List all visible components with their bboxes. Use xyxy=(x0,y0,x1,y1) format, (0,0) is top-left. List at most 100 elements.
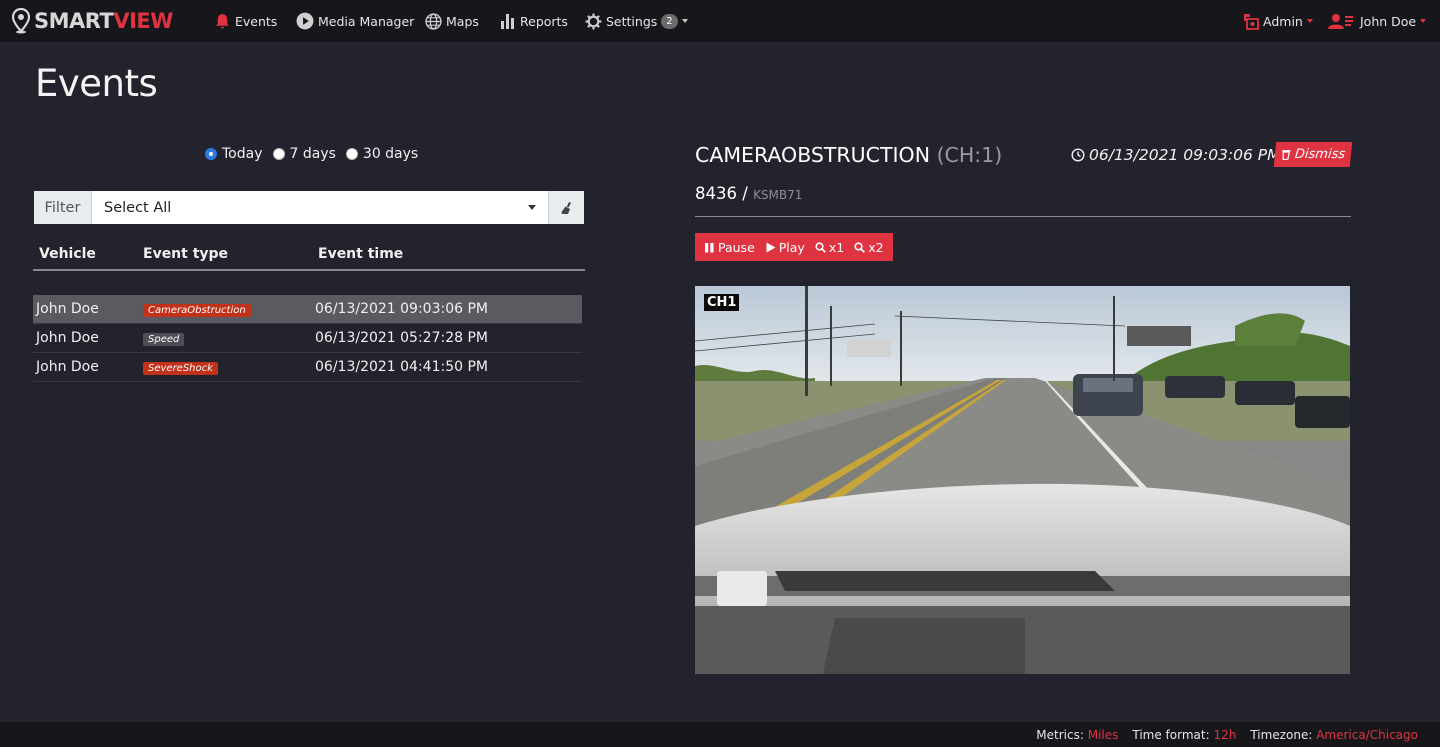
nav-media-manager[interactable]: Media Manager xyxy=(296,0,414,42)
admin-icon xyxy=(1244,13,1259,30)
dismiss-button[interactable]: Dismiss xyxy=(1273,142,1353,167)
range-30days-radio[interactable]: 30 days xyxy=(345,146,419,162)
radio-checked-icon xyxy=(205,148,217,160)
nav-reports[interactable]: Reports xyxy=(500,0,568,42)
event-time-cell: 06/13/2021 04:41:50 PM xyxy=(315,359,488,375)
trash-icon xyxy=(1282,150,1291,160)
event-type-tag: Speed xyxy=(143,333,185,346)
table-row[interactable]: John Doe SevereShock 06/13/2021 04:41:50… xyxy=(33,353,582,382)
event-vehicle-info: 8436 / KSMB71 xyxy=(695,184,802,203)
chevron-down-icon xyxy=(1306,19,1313,23)
footer-timezone-value[interactable]: America/Chicago xyxy=(1316,728,1418,742)
nav-reports-label: Reports xyxy=(520,13,568,29)
nav-admin-menu[interactable]: Admin xyxy=(1243,0,1313,42)
filter-select[interactable]: Select All xyxy=(92,191,548,224)
globe-icon xyxy=(425,12,442,30)
video-player[interactable]: CH1 xyxy=(695,286,1350,674)
event-type-name: CAMERAOBSTRUCTION xyxy=(695,143,931,167)
zoom-icon xyxy=(815,241,826,253)
nav-events[interactable]: Events xyxy=(214,0,277,42)
dropdown-arrow-icon xyxy=(528,205,536,210)
zoom-x1-button[interactable]: x1 xyxy=(810,240,849,255)
event-channel: (CH:1) xyxy=(936,143,1003,167)
play-icon xyxy=(766,242,776,252)
settings-badge: 2 xyxy=(661,13,678,29)
brand-logo[interactable]: SMARTVIEW xyxy=(12,8,173,34)
date-range-selector: Today 7 days 30 days xyxy=(205,146,428,162)
table-header: Vehicle Event type Event time xyxy=(33,246,585,271)
bar-chart-icon xyxy=(501,14,514,29)
play-label: Play xyxy=(778,239,805,255)
footer-metrics-value[interactable]: Miles xyxy=(1088,728,1119,742)
event-timestamp: 06/13/2021 09:03:06 PM xyxy=(1071,146,1281,164)
events-table: Vehicle Event type Event time John Doe C… xyxy=(33,246,585,382)
vehicle-plate: KSMB71 xyxy=(753,188,803,202)
broom-icon xyxy=(561,201,571,214)
filter-label: Filter xyxy=(34,191,92,224)
chevron-down-icon xyxy=(1420,19,1427,23)
page-title: Events xyxy=(35,62,158,105)
nav-user-menu[interactable]: John Doe xyxy=(1328,0,1427,42)
range-today-radio[interactable]: Today xyxy=(205,146,263,162)
vehicle-id: 8436 xyxy=(695,184,737,203)
zoom-x1-label: x1 xyxy=(828,239,845,255)
location-pin-icon xyxy=(12,8,30,34)
zoom-x2-button[interactable]: x2 xyxy=(849,240,888,255)
nav-media-manager-label: Media Manager xyxy=(318,13,415,29)
vehicle-cell: John Doe xyxy=(36,301,99,317)
nav-maps[interactable]: Maps xyxy=(425,0,479,42)
vehicle-cell: John Doe xyxy=(36,330,99,346)
footer-timezone-label: Timezone: xyxy=(1250,727,1313,742)
table-row[interactable]: John Doe CameraObstruction 06/13/2021 09… xyxy=(33,295,582,324)
pause-icon xyxy=(705,242,714,252)
gear-icon xyxy=(585,13,602,29)
nav-settings-label: Settings xyxy=(606,13,658,29)
play-button[interactable]: Play xyxy=(760,240,810,255)
pause-label: Pause xyxy=(718,239,755,255)
dismiss-label: Dismiss xyxy=(1294,147,1346,162)
table-row[interactable]: John Doe Speed 06/13/2021 05:27:28 PM xyxy=(33,324,582,353)
nav-admin-label: Admin xyxy=(1263,13,1303,29)
status-footer: Metrics: Miles Time format: 12h Timezone… xyxy=(0,722,1440,747)
nav-settings[interactable]: Settings 2 xyxy=(585,0,688,42)
radio-unchecked-icon xyxy=(345,148,358,160)
range-today-label: Today xyxy=(222,146,263,162)
nav-events-label: Events xyxy=(235,13,278,29)
channel-label: CH1 xyxy=(704,294,740,311)
dashcam-frame xyxy=(695,286,1350,674)
footer-metrics: Metrics: Miles xyxy=(1036,728,1118,742)
zoom-x2-label: x2 xyxy=(868,239,884,255)
bell-icon xyxy=(216,13,229,28)
vehicle-cell: John Doe xyxy=(36,359,99,375)
chevron-down-icon xyxy=(681,19,688,23)
brand-name: SMARTVIEW xyxy=(34,9,173,33)
footer-metrics-label: Metrics: xyxy=(1036,727,1084,742)
nav-user-label: John Doe xyxy=(1360,13,1417,29)
pause-button[interactable]: Pause xyxy=(699,240,760,255)
nav-maps-label: Maps xyxy=(446,13,479,29)
footer-timezone: Timezone: America/Chicago xyxy=(1250,728,1418,742)
event-type-tag: CameraObstruction xyxy=(143,304,251,317)
footer-time-format-value[interactable]: 12h xyxy=(1213,728,1236,742)
column-header-vehicle[interactable]: Vehicle xyxy=(33,246,137,269)
footer-time-format-label: Time format: xyxy=(1132,727,1210,742)
event-type-cell: CameraObstruction xyxy=(137,301,312,317)
filter-bar: Filter Select All xyxy=(34,191,584,224)
event-time-text: 06/13/2021 09:03:06 PM xyxy=(1089,146,1281,164)
clear-filter-button[interactable] xyxy=(548,191,584,224)
event-type-cell: Speed xyxy=(137,330,312,346)
table-body: John Doe CameraObstruction 06/13/2021 09… xyxy=(33,295,585,382)
filter-select-value: Select All xyxy=(104,199,172,216)
user-icon xyxy=(1328,13,1353,29)
range-30days-label: 30 days xyxy=(362,146,419,162)
play-circle-icon xyxy=(296,12,314,30)
event-title: CAMERAOBSTRUCTION (CH:1) xyxy=(695,143,1002,167)
footer-time-format: Time format: 12h xyxy=(1132,728,1236,742)
column-header-event-time[interactable]: Event time xyxy=(312,246,585,269)
range-7days-radio[interactable]: 7 days xyxy=(272,146,336,162)
column-header-event-type[interactable]: Event type xyxy=(137,246,312,269)
range-7days-label: 7 days xyxy=(289,146,336,162)
radio-unchecked-icon xyxy=(272,148,285,160)
event-time-cell: 06/13/2021 09:03:06 PM xyxy=(315,301,488,317)
zoom-icon xyxy=(854,241,866,253)
